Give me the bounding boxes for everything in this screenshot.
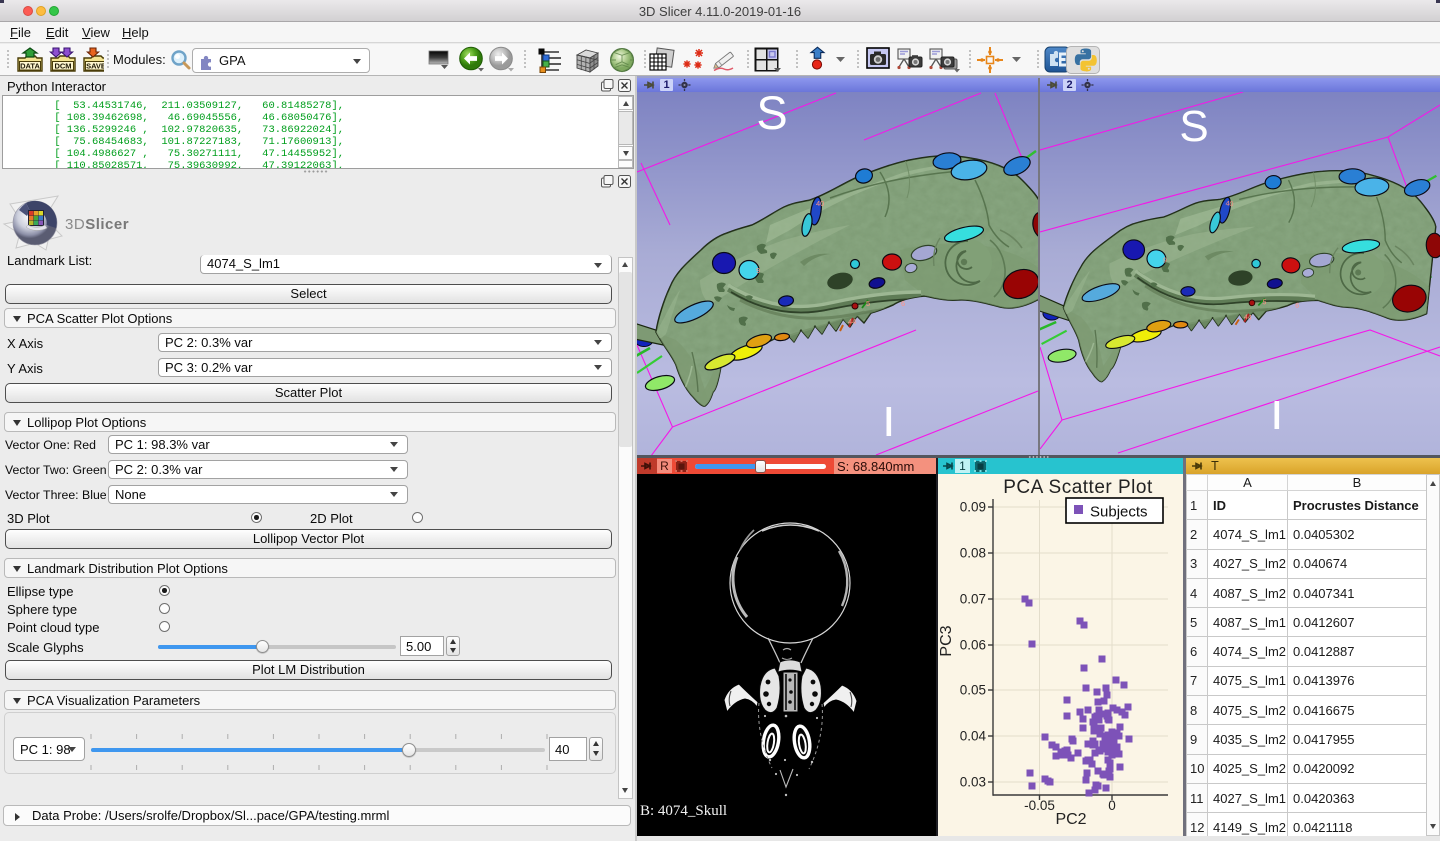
svg-text:0.06: 0.06 — [960, 638, 986, 653]
svg-text:PC3: PC3 — [938, 625, 955, 656]
svg-text:DATA: DATA — [20, 62, 40, 71]
svg-text:S: S — [1179, 102, 1208, 151]
svg-text:0.03: 0.03 — [960, 775, 986, 790]
svg-text:3DSlicer: 3DSlicer — [65, 216, 129, 233]
svg-text:0.04: 0.04 — [960, 729, 987, 744]
svg-text:0.09: 0.09 — [960, 500, 986, 515]
svg-text:B: 4074_Skull: B: 4074_Skull — [640, 803, 727, 819]
svg-text:0.05: 0.05 — [960, 683, 986, 698]
svg-text:0.07: 0.07 — [960, 592, 986, 607]
svg-text:-0.05: -0.05 — [1024, 798, 1055, 813]
svg-text:S: S — [756, 92, 787, 139]
svg-text:SAVE: SAVE — [86, 62, 104, 71]
svg-text:0.08: 0.08 — [960, 546, 986, 561]
svg-text:PCA Scatter Plot: PCA Scatter Plot — [1003, 477, 1153, 498]
svg-text:DCM: DCM — [54, 62, 71, 71]
svg-text:Subjects: Subjects — [1090, 504, 1148, 521]
svg-text:0: 0 — [1108, 798, 1116, 813]
svg-text:PC2: PC2 — [1055, 811, 1086, 828]
